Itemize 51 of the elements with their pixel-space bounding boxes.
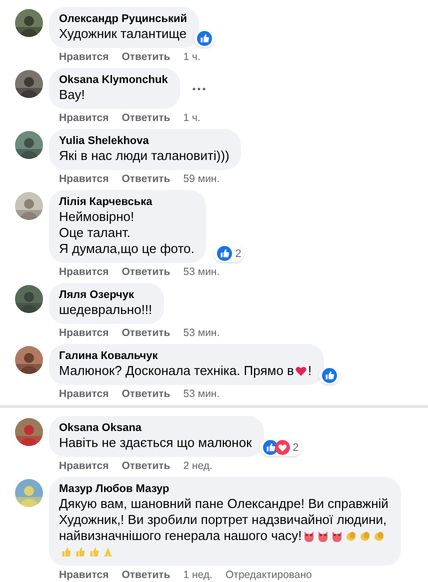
reply-link[interactable]: Ответить (122, 51, 170, 64)
comment-text: Вау! (59, 87, 85, 102)
reply-link[interactable]: Ответить (122, 173, 170, 186)
like-link[interactable]: Нравится (59, 388, 109, 401)
author-name[interactable]: Олександр Руцинський (59, 12, 188, 26)
author-name[interactable]: Лілія Карчевська (59, 195, 194, 209)
comment-text: Які в нас люди талановиті))) (59, 148, 230, 163)
like-link[interactable]: Нравится (59, 460, 109, 473)
comment-text: Художник талантище (59, 26, 187, 41)
reply-link[interactable]: Ответить (122, 112, 170, 125)
reply-link[interactable]: Ответить (122, 569, 170, 582)
like-link[interactable]: Нравится (59, 51, 109, 64)
reply-link[interactable]: Ответить (122, 388, 170, 401)
comment-time[interactable]: 53 мин. (183, 388, 220, 401)
more-icon[interactable] (192, 86, 206, 90)
author-name[interactable]: Oksana Klymonchuk (59, 73, 168, 87)
reply-link[interactable]: Ответить (122, 460, 170, 473)
comment-text: Дякую вам, шановний пане Олександре! Ви справжній Художник,! Ви зробили портрет надзвичайної людини, найвизначнішого генерала нашого часу! (59, 496, 388, 543)
reaction-badge[interactable] (318, 367, 340, 384)
like-link[interactable]: Нравится (59, 327, 109, 340)
reaction-badge[interactable]: 2 (260, 439, 302, 456)
like-link[interactable]: Нравится (59, 266, 109, 279)
reply-link[interactable]: Ответить (122, 327, 170, 340)
comment-text: шедеврально!!! (59, 302, 152, 317)
author-name[interactable]: Ляля Озерчук (59, 288, 152, 302)
author-name[interactable]: Мазур Любов Мазур (59, 482, 389, 496)
comment-time[interactable]: 1 ч. (183, 112, 200, 125)
comment-text: Навіть не здається що малюнок (59, 435, 252, 450)
reaction-badge[interactable]: 2 (214, 245, 244, 262)
reaction-count: 2 (292, 442, 299, 454)
like-link[interactable]: Нравится (59, 173, 109, 186)
comment-text: Неймовірно! (59, 209, 134, 224)
edited-label: Отредактировано (225, 569, 312, 582)
author-name[interactable]: Oksana Oksana (59, 421, 252, 435)
comment-time[interactable]: 53 мин. (183, 327, 220, 340)
author-name[interactable]: Yulia Shelekhova (59, 134, 230, 148)
reaction-badge[interactable] (194, 30, 216, 47)
comment-time[interactable]: 1 ч. (183, 51, 200, 64)
comment-time[interactable]: 59 мин. (183, 173, 220, 186)
like-link[interactable]: Нравится (59, 569, 109, 582)
like-link[interactable]: Нравится (59, 112, 109, 125)
comment-time[interactable]: 53 мин. (183, 266, 220, 279)
comment-text: ! (308, 363, 312, 378)
comment-text: Малюнок? Досконала техніка. Прямо в (59, 363, 294, 378)
reply-link[interactable]: Ответить (122, 266, 170, 279)
comment-text: Я думала,що це фото. (59, 241, 194, 256)
author-name[interactable]: Галина Ковальчук (59, 349, 312, 363)
reaction-count: 2 (235, 248, 242, 260)
comment-time[interactable]: 2 нед. (183, 460, 212, 473)
comment-text: Оце талант. (59, 225, 130, 240)
comment-time[interactable]: 1 нед. (183, 569, 212, 582)
